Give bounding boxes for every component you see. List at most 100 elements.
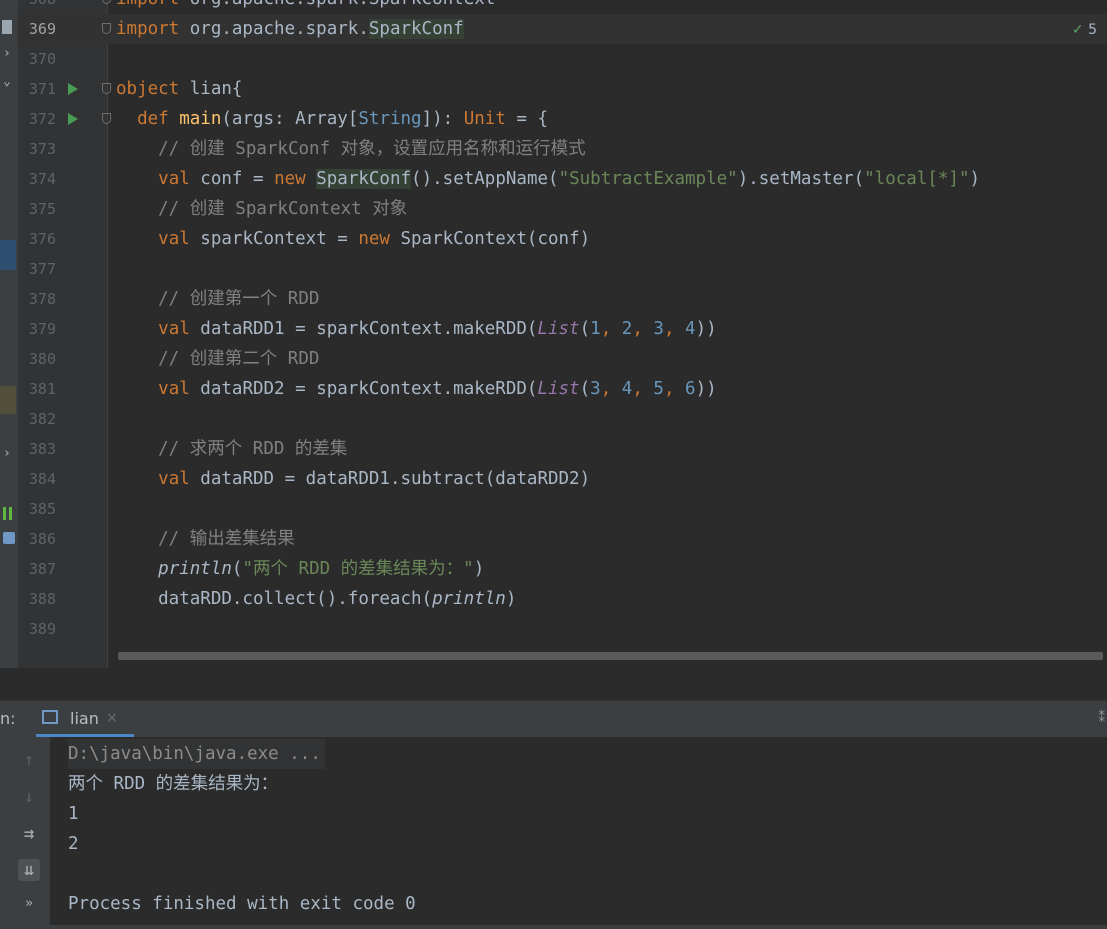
run-gutter-icon[interactable] xyxy=(68,83,78,95)
code-text: val dataRDD = dataRDD1.subtract(dataRDD2… xyxy=(116,464,590,494)
file-icon[interactable] xyxy=(2,20,12,34)
code-line[interactable]: 368 import org.apache.spark.SparkContext xyxy=(0,0,1107,14)
code-token: val xyxy=(158,319,190,339)
line-number: 368 xyxy=(18,0,56,14)
code-token: dataRDD1 = sparkContext.makeRDD( xyxy=(189,319,538,339)
structure-icon[interactable] xyxy=(3,507,12,520)
line-number: 372 xyxy=(28,110,56,128)
code-line[interactable]: 378 // 创建第一个 RDD xyxy=(0,284,1107,314)
code-line[interactable]: 374 val conf = new SparkConf().setAppNam… xyxy=(0,164,1107,194)
code-token: new xyxy=(274,169,306,189)
code-line[interactable]: 371 object lian{ xyxy=(0,74,1107,104)
line-number: 386 xyxy=(28,530,56,548)
run-tool-window-header: n: lian × ⁑ xyxy=(0,700,1107,737)
code-token: SparkConf xyxy=(316,169,412,189)
arrow-down-icon[interactable]: ↓ xyxy=(18,786,40,808)
code-editor[interactable]: 368import org.apache.spark.SparkContext3… xyxy=(0,0,1107,668)
code-line[interactable]: 387 println("两个 RDD 的差集结果为：") xyxy=(0,554,1107,584)
code-token: main xyxy=(179,109,222,129)
code-text: // 创建 SparkConf 对象，设置应用名称和运行模式 xyxy=(116,134,586,164)
code-line[interactable]: 377 xyxy=(0,254,1107,284)
code-line[interactable]: 388 dataRDD.collect().foreach(println) xyxy=(0,584,1107,614)
code-token: lian{ xyxy=(179,79,243,99)
chevron-right-icon[interactable]: › xyxy=(3,446,11,461)
code-line[interactable]: 379 val dataRDD1 = sparkContext.makeRDD(… xyxy=(0,314,1107,344)
fold-marker-icon[interactable] xyxy=(102,113,111,124)
line-number: 387 xyxy=(28,560,56,578)
close-icon[interactable]: × xyxy=(106,710,118,726)
code-line[interactable]: 389 xyxy=(0,614,1107,644)
code-line[interactable]: 370 xyxy=(0,44,1107,74)
code-token: org.apache.spark. xyxy=(179,19,369,39)
code-token: ( xyxy=(579,379,591,399)
code-line[interactable]: 384 val dataRDD = dataRDD1.subtract(data… xyxy=(0,464,1107,494)
fold-marker-icon[interactable] xyxy=(102,23,111,34)
code-line[interactable]: 369 import org.apache.spark.SparkConf xyxy=(0,14,1107,44)
line-number: 377 xyxy=(28,260,56,278)
left-tool-strip: › ⌄ › xyxy=(0,0,18,700)
tab-label: lian xyxy=(70,709,99,728)
inspection-count: 5 xyxy=(1088,22,1097,38)
code-token: ) xyxy=(969,169,981,189)
code-token: // 创建第一个 RDD xyxy=(116,289,320,309)
scroll-to-end-icon[interactable]: ⇊ xyxy=(18,859,40,881)
code-line[interactable]: 380 // 创建第二个 RDD xyxy=(0,344,1107,374)
code-token: ]): xyxy=(421,109,464,129)
code-line[interactable]: 382 xyxy=(0,404,1107,434)
code-line[interactable]: 386 // 输出差集结果 xyxy=(0,524,1107,554)
code-token: "local[*]" xyxy=(864,169,970,189)
code-line[interactable]: 376 val sparkContext = new SparkContext(… xyxy=(0,224,1107,254)
chevron-down-icon[interactable]: ⌄ xyxy=(3,74,11,89)
console-line: 两个 RDD 的差集结果为： xyxy=(68,774,279,794)
code-text: import org.apache.spark.SparkConf xyxy=(116,14,464,44)
code-token: List xyxy=(537,319,580,339)
horizontal-scrollbar[interactable] xyxy=(118,652,1103,660)
arrow-up-icon[interactable]: ↑ xyxy=(18,749,40,771)
code-token: 2 xyxy=(621,319,633,339)
fold-marker-icon[interactable] xyxy=(102,0,111,4)
code-text: println("两个 RDD 的差集结果为：") xyxy=(116,554,484,584)
code-token: , xyxy=(600,379,622,399)
code-token: // 求两个 RDD 的差集 xyxy=(116,439,348,459)
tab-lian[interactable]: lian × xyxy=(40,701,118,737)
line-number: 389 xyxy=(28,620,56,638)
code-line[interactable]: 372 def main(args: Array[String]): Unit … xyxy=(0,104,1107,134)
code-token: println xyxy=(158,559,232,579)
code-token: String xyxy=(358,109,422,129)
code-line[interactable]: 381 val dataRDD2 = sparkContext.makeRDD(… xyxy=(0,374,1107,404)
line-number: 375 xyxy=(28,200,56,218)
line-number: 382 xyxy=(28,410,56,428)
code-line[interactable]: 383 // 求两个 RDD 的差集 xyxy=(0,434,1107,464)
console-icon xyxy=(42,710,58,724)
console-line: Process finished with exit code 0 xyxy=(68,894,416,914)
code-token: new xyxy=(358,229,390,249)
code-token: SparkContext(conf) xyxy=(389,229,591,249)
fold-marker-icon[interactable] xyxy=(102,83,111,94)
soft-wrap-icon[interactable]: ⇉ xyxy=(18,823,40,845)
inspection-badge[interactable]: ✓ 5 xyxy=(1072,22,1097,38)
run-gutter-icon[interactable] xyxy=(68,113,78,125)
more-icon[interactable]: » xyxy=(18,893,40,915)
run-config-icon[interactable] xyxy=(3,532,15,544)
panel-settings-icon[interactable]: ⁑ xyxy=(1099,711,1106,726)
code-token: ().setAppName( xyxy=(411,169,559,189)
chevron-right-icon[interactable]: › xyxy=(3,46,11,61)
code-token: ( xyxy=(231,559,243,579)
code-line[interactable]: 373 // 创建 SparkConf 对象，设置应用名称和运行模式 xyxy=(0,134,1107,164)
bookmark-marker xyxy=(0,386,16,414)
code-line[interactable]: 385 xyxy=(0,494,1107,524)
code-token: dataRDD2 = sparkContext.makeRDD( xyxy=(189,379,538,399)
console-output[interactable]: ↑ ↓ ⇉ ⇊ » D:\java\bin\java.exe ... 两个 RDD… xyxy=(0,737,1107,929)
code-line[interactable]: 375 // 创建 SparkContext 对象 xyxy=(0,194,1107,224)
line-number: 388 xyxy=(28,590,56,608)
code-token: dataRDD.collect().foreach( xyxy=(116,589,433,609)
code-token: // 输出差集结果 xyxy=(116,529,295,549)
code-token: conf = xyxy=(189,169,275,189)
status-bar xyxy=(0,925,1107,929)
console-command: D:\java\bin\java.exe ... xyxy=(68,739,325,769)
